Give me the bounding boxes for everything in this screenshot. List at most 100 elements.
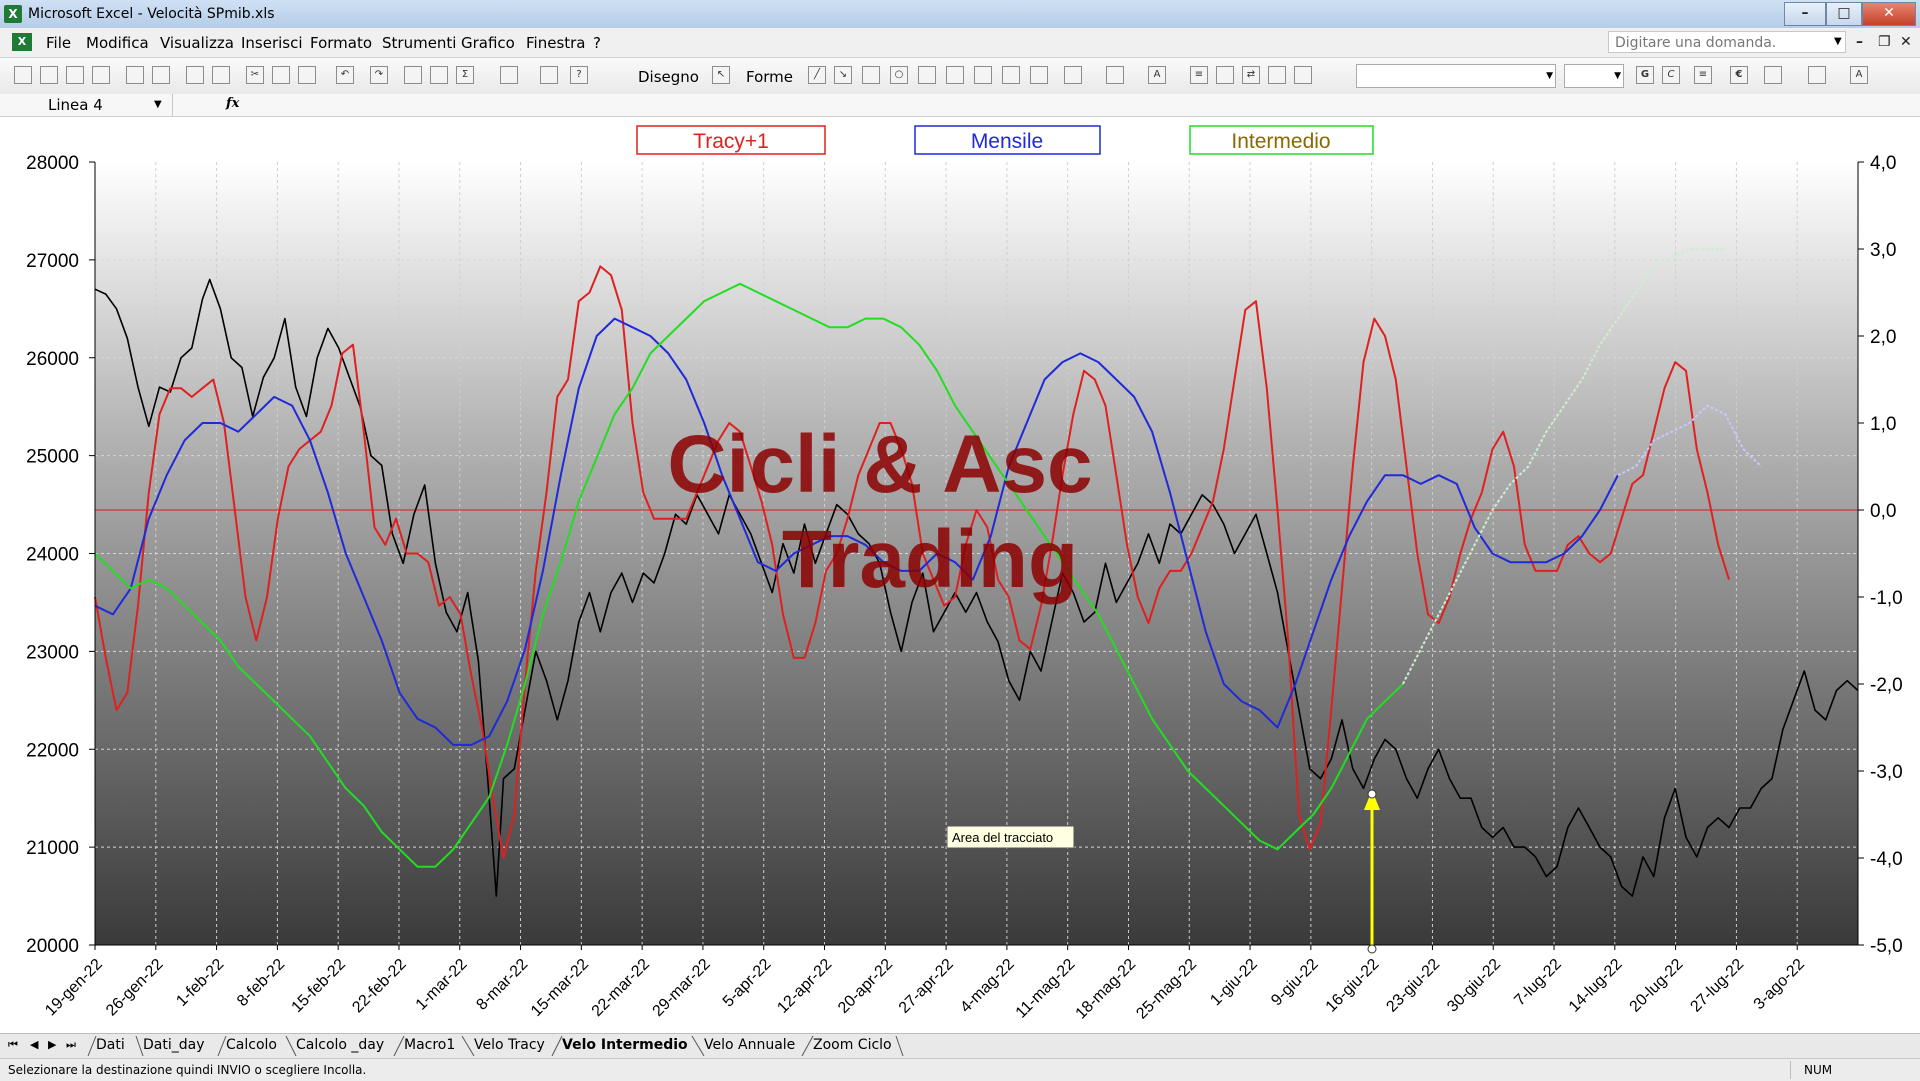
menu-inserisci[interactable]: Inserisci xyxy=(241,34,303,52)
undo-icon[interactable]: ↶ xyxy=(336,66,354,84)
right-tick-label: -3,0 xyxy=(1870,762,1903,783)
chevron-down-icon: ▼ xyxy=(1546,71,1553,81)
borders-icon[interactable] xyxy=(1764,66,1782,84)
new-icon[interactable] xyxy=(14,66,32,84)
left-tick-label: 22000 xyxy=(26,740,79,761)
insert-function-icon[interactable]: fx xyxy=(226,96,239,111)
right-tick-label: -5,0 xyxy=(1870,936,1903,957)
permission-icon[interactable] xyxy=(92,66,110,84)
left-tick-label: 27000 xyxy=(26,251,79,272)
doc-minimize-button[interactable]: – xyxy=(1856,34,1863,50)
watermark-line-2: Trading xyxy=(782,514,1078,605)
arrow-icon[interactable]: ↘ xyxy=(834,66,852,84)
chevron-down-icon[interactable]: ▼ xyxy=(154,94,162,116)
num-lock-indicator: NUM xyxy=(1804,1063,1833,1077)
select-pointer-icon[interactable]: ↖ xyxy=(712,66,730,84)
research-icon[interactable] xyxy=(212,66,230,84)
right-tick-label: 4,0 xyxy=(1870,153,1896,174)
menu-finestra[interactable]: Finestra xyxy=(526,34,586,52)
x-tick-label: 8-feb-22 xyxy=(234,956,288,1010)
spelling-icon[interactable] xyxy=(186,66,204,84)
chart-svg[interactable]: Cicli & Asc Trading 28000 27000 26000 25000… xyxy=(0,117,1920,1033)
shadow-icon[interactable] xyxy=(1268,66,1286,84)
autosum-icon[interactable]: Σ xyxy=(456,66,474,84)
font-size-combo[interactable]: ▼ xyxy=(1564,64,1624,88)
maximize-button[interactable]: □ xyxy=(1826,2,1862,26)
right-tick-label: -4,0 xyxy=(1870,849,1903,870)
3d-icon[interactable] xyxy=(1294,66,1312,84)
wordart-icon[interactable] xyxy=(946,66,964,84)
close-button[interactable]: ✕ xyxy=(1862,2,1916,26)
help-search-input[interactable]: Digitare una domanda. xyxy=(1608,31,1846,53)
bold-icon[interactable]: G xyxy=(1636,66,1654,84)
copy-icon[interactable] xyxy=(272,66,290,84)
x-tick-label: 1-feb-22 xyxy=(173,956,227,1010)
web-icon[interactable] xyxy=(430,66,448,84)
menu-file[interactable]: File xyxy=(46,34,71,52)
x-tick-label: 25-mag-22 xyxy=(1133,956,1200,1023)
shapes-menu-button[interactable]: Forme xyxy=(746,68,793,86)
insert-hyperlink-icon[interactable] xyxy=(404,66,422,84)
save-icon[interactable] xyxy=(66,66,84,84)
marker-point-bottom[interactable] xyxy=(1367,944,1377,954)
marker-point-top[interactable] xyxy=(1367,789,1377,799)
redo-icon[interactable]: ↷ xyxy=(370,66,388,84)
oval-icon[interactable]: ○ xyxy=(890,66,908,84)
legend-item-mensile: Mensile xyxy=(971,130,1043,153)
x-tick-label: 15-feb-22 xyxy=(289,956,350,1017)
line-style-icon[interactable]: ≡ xyxy=(1190,66,1208,84)
paste-icon[interactable] xyxy=(298,66,316,84)
font-color-icon-2[interactable]: A xyxy=(1850,66,1868,84)
dash-style-icon[interactable] xyxy=(1216,66,1234,84)
menu-help[interactable]: ? xyxy=(593,34,601,52)
align-icon[interactable]: ≡ xyxy=(1694,66,1712,84)
minimize-button[interactable]: – xyxy=(1784,2,1826,26)
rectangle-icon[interactable] xyxy=(862,66,880,84)
chevron-down-icon[interactable]: ▼ xyxy=(1834,36,1842,47)
menu-formato[interactable]: Formato xyxy=(310,34,372,52)
x-tick-label: 5-apr-22 xyxy=(720,956,775,1011)
euro-icon[interactable]: € xyxy=(1730,66,1748,84)
diagram-icon[interactable] xyxy=(974,66,992,84)
print-preview-icon[interactable] xyxy=(152,66,170,84)
menu-visualizza[interactable]: Visualizza xyxy=(160,34,234,52)
x-tick-label: 1-mar-22 xyxy=(413,956,471,1014)
draw-menu-button[interactable]: Disegno xyxy=(638,68,699,86)
x-axis: 19-gen-2226-gen-22 1-feb-22 8-feb-22 15-feb… xyxy=(42,944,1858,1023)
x-tick-label: 3-ago-22 xyxy=(1751,956,1808,1013)
open-icon[interactable] xyxy=(40,66,58,84)
fill-color-icon[interactable] xyxy=(1064,66,1082,84)
name-box[interactable]: Linea 4 ▼ xyxy=(0,94,173,116)
sort-icon[interactable] xyxy=(500,66,518,84)
doc-restore-button[interactable]: ❐ xyxy=(1878,34,1891,50)
doc-close-button[interactable]: ✕ xyxy=(1900,34,1912,50)
picture-icon[interactable] xyxy=(1030,66,1048,84)
sheet-tabs-bar: ⏮ ◀ ▶ ⏭ Dati Dati_day Calcolo Calcolo _d… xyxy=(0,1033,1920,1058)
print-icon[interactable] xyxy=(126,66,144,84)
fill-color-icon-2[interactable] xyxy=(1808,66,1826,84)
chart-area[interactable]: Cicli & Asc Trading 28000 27000 26000 25000… xyxy=(0,117,1920,1033)
menu-grafico[interactable]: Grafico xyxy=(461,34,515,52)
legend[interactable]: Tracy+1 Mensile Intermedio xyxy=(636,125,1374,155)
line-color-icon[interactable] xyxy=(1106,66,1124,84)
right-tick-label: 0,0 xyxy=(1870,501,1896,522)
help-icon[interactable]: ? xyxy=(570,66,588,84)
arrow-style-icon[interactable]: ⇄ xyxy=(1242,66,1260,84)
right-tick-label: -2,0 xyxy=(1870,675,1903,696)
menu-strumenti[interactable]: Strumenti xyxy=(382,34,456,52)
menu-modifica[interactable]: Modifica xyxy=(86,34,149,52)
font-color-icon[interactable]: A xyxy=(1148,66,1166,84)
right-tick-label: 1,0 xyxy=(1870,414,1896,435)
x-tick-label: 27-lug-22 xyxy=(1687,956,1747,1016)
textbox-icon[interactable] xyxy=(918,66,936,84)
line-icon[interactable]: ╱ xyxy=(808,66,826,84)
chart-wizard-icon[interactable] xyxy=(540,66,558,84)
left-tick-label: 28000 xyxy=(26,153,79,174)
tab-separator-paths xyxy=(87,1035,904,1057)
clipart-icon[interactable] xyxy=(1002,66,1020,84)
font-name-combo[interactable]: ▼ xyxy=(1356,64,1556,88)
italic-icon[interactable]: C xyxy=(1662,66,1680,84)
excel-app-icon: X xyxy=(4,5,22,23)
cut-icon[interactable]: ✂ xyxy=(246,66,264,84)
workbook-icon[interactable]: X xyxy=(12,33,32,51)
